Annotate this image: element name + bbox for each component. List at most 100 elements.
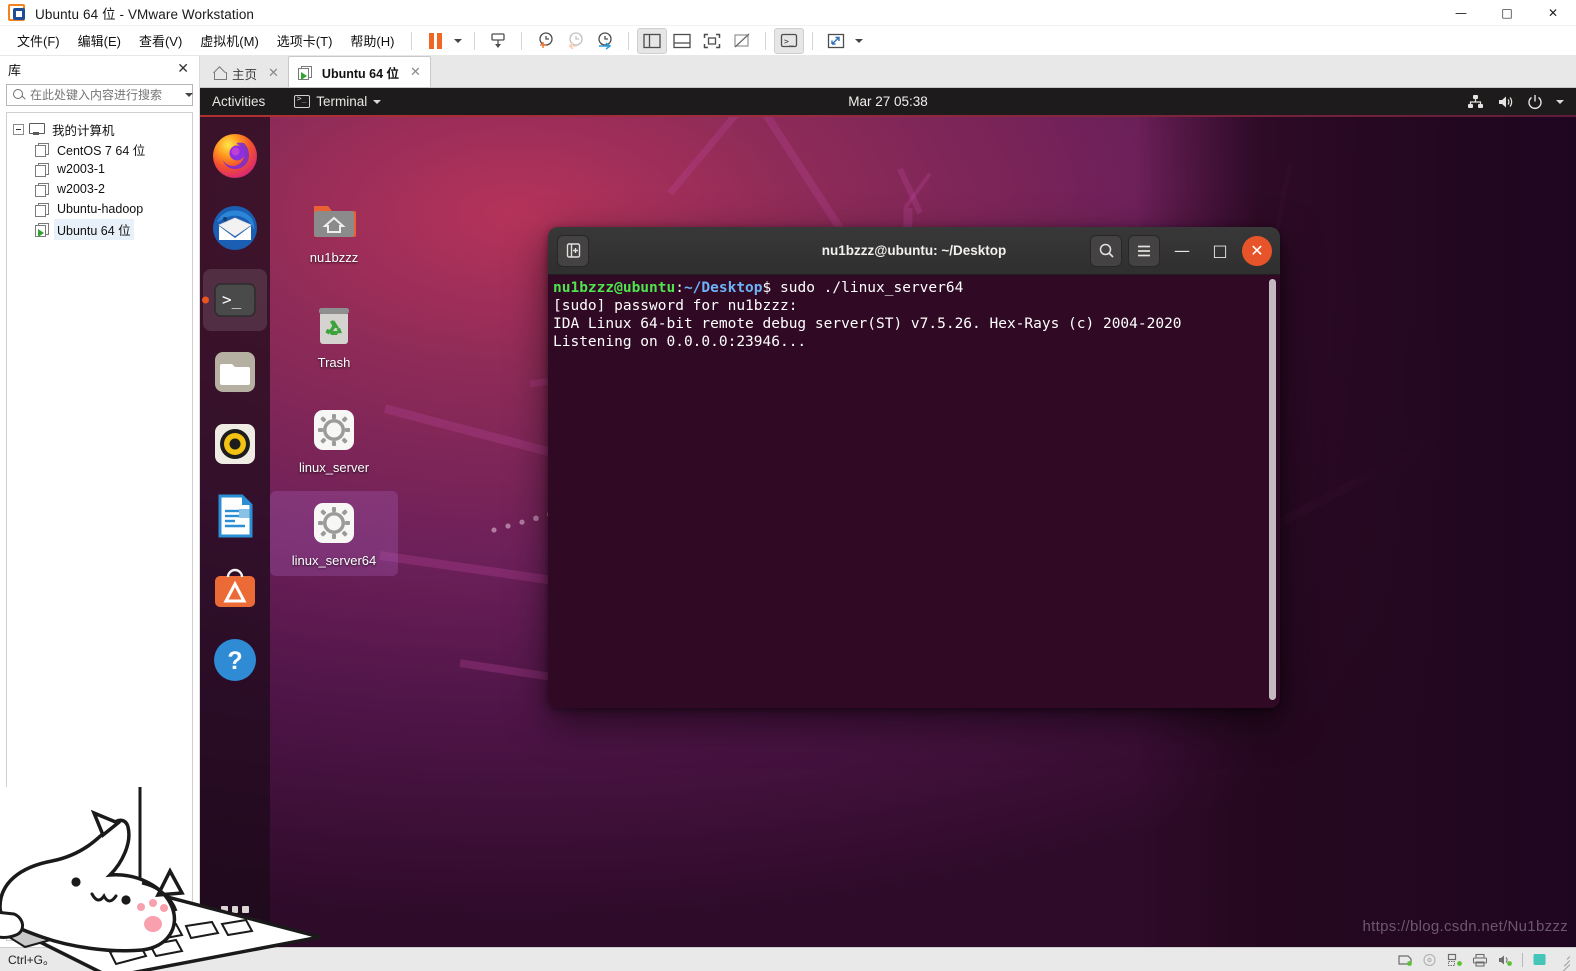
close-icon[interactable]: ✕ bbox=[408, 65, 423, 80]
stretch-button[interactable] bbox=[821, 28, 851, 54]
desktop-icon-nu1bzzz[interactable]: nu1bzzz bbox=[286, 188, 382, 273]
usb-icon[interactable] bbox=[1532, 952, 1547, 967]
vm-icon bbox=[35, 142, 49, 157]
hard-disk-icon[interactable] bbox=[1397, 953, 1413, 967]
network-icon[interactable] bbox=[1447, 953, 1463, 967]
menu-tabs[interactable]: 选项卡(T) bbox=[268, 27, 342, 54]
tab-home[interactable]: 主页 ✕ bbox=[204, 59, 288, 87]
resize-grip-icon[interactable] bbox=[1556, 953, 1571, 971]
dock-item-firefox[interactable] bbox=[203, 125, 267, 187]
close-icon[interactable]: ✕ bbox=[1242, 235, 1272, 266]
collapse-expander-icon[interactable] bbox=[13, 123, 24, 135]
toolbar-separator bbox=[521, 31, 523, 50]
vm-running-icon bbox=[297, 65, 312, 80]
terminal-titlebar[interactable]: nu1bzzz@ubuntu: ~/Desktop — □ ✕ bbox=[548, 227, 1280, 275]
cd-dvd-icon[interactable] bbox=[1422, 953, 1438, 967]
terminal-line: IDA Linux 64-bit remote debug server(ST)… bbox=[553, 316, 1182, 332]
vm-icon bbox=[35, 182, 49, 197]
system-status-area[interactable] bbox=[1467, 94, 1576, 110]
chevron-down-icon[interactable] bbox=[1556, 99, 1564, 104]
sound-icon[interactable] bbox=[1497, 953, 1513, 967]
new-tab-icon[interactable] bbox=[557, 234, 589, 267]
printer-icon[interactable] bbox=[1472, 953, 1488, 967]
close-icon[interactable]: ✕ bbox=[173, 60, 193, 78]
unity-mode-button[interactable] bbox=[727, 28, 757, 54]
console-view-button[interactable]: >_ bbox=[774, 27, 805, 54]
ubuntu-guest-screen[interactable]: Activities Terminal Mar 27 05:38 bbox=[200, 88, 1576, 947]
library-title: 库 bbox=[8, 62, 22, 78]
terminal-window[interactable]: nu1bzzz@ubuntu: ~/Desktop — □ ✕ nu1bzzz@… bbox=[548, 227, 1280, 708]
terminal-body[interactable]: nu1bzzz@ubuntu:~/Desktop$ sudo ./linux_s… bbox=[548, 275, 1280, 708]
activities-button[interactable]: Activities bbox=[200, 94, 276, 109]
sidebar-item-w2003-1[interactable]: w2003-1 bbox=[7, 159, 192, 179]
clock[interactable]: Mar 27 05:38 bbox=[848, 94, 928, 109]
desktop-icon-trash[interactable]: Trash bbox=[286, 293, 382, 378]
app-menu-terminal[interactable]: Terminal bbox=[286, 94, 389, 109]
hamburger-menu-icon[interactable] bbox=[1128, 234, 1160, 267]
bottom-panel-icon bbox=[673, 33, 692, 48]
maximize-icon[interactable]: □ bbox=[1484, 0, 1530, 26]
terminal-prompt-path: ~/Desktop bbox=[683, 280, 763, 296]
dock-item-terminal[interactable]: >_ bbox=[203, 269, 267, 331]
home-icon bbox=[213, 67, 227, 80]
sidebar-item-label: Ubuntu-hadoop bbox=[57, 202, 144, 216]
sidebar-item-ubuntu-64[interactable]: Ubuntu 64 位 bbox=[7, 218, 192, 240]
sidebar-item-w2003-2[interactable]: w2003-2 bbox=[7, 179, 192, 199]
stretch-dropdown[interactable] bbox=[851, 28, 867, 54]
library-search[interactable] bbox=[6, 84, 193, 106]
firefox-icon bbox=[213, 134, 257, 178]
dock-item-thunderbird[interactable] bbox=[203, 197, 267, 259]
files-folder-icon bbox=[215, 352, 255, 392]
send-ctrl-alt-del-button[interactable] bbox=[483, 28, 513, 54]
maximize-icon[interactable]: □ bbox=[1204, 235, 1236, 267]
sidebar-item-label: Ubuntu 64 位 bbox=[54, 218, 134, 240]
tab-strip: 主页 ✕ Ubuntu 64 位 ✕ bbox=[200, 56, 1576, 88]
tab-ubuntu-64[interactable]: Ubuntu 64 位 ✕ bbox=[287, 56, 431, 87]
menu-help[interactable]: 帮助(H) bbox=[341, 27, 403, 54]
search-icon bbox=[12, 88, 26, 102]
dock-item-libreoffice-writer[interactable] bbox=[203, 485, 267, 547]
menu-vm[interactable]: 虚拟机(M) bbox=[191, 27, 268, 54]
desktop-icon-linux-server[interactable]: linux_server bbox=[286, 398, 382, 483]
rhythmbox-icon bbox=[215, 424, 255, 464]
desktop-icon-linux-server64[interactable]: linux_server64 bbox=[270, 491, 398, 576]
suspend-button[interactable] bbox=[420, 28, 450, 54]
minimize-icon[interactable]: — bbox=[1438, 0, 1484, 26]
snapshot-revert-button[interactable] bbox=[560, 28, 590, 54]
desktop-icon-label: linux_server bbox=[298, 460, 370, 475]
desktop-icon-label: Trash bbox=[317, 355, 351, 370]
minimize-icon[interactable]: — bbox=[1166, 235, 1198, 267]
close-icon[interactable]: ✕ bbox=[1530, 0, 1576, 26]
terminal-scrollbar[interactable] bbox=[1269, 279, 1276, 700]
app-menu-label: Terminal bbox=[316, 94, 368, 109]
search-icon[interactable] bbox=[1090, 234, 1122, 267]
network-icon bbox=[1468, 94, 1483, 108]
power-dropdown[interactable] bbox=[450, 28, 466, 54]
topbar-accent-line bbox=[200, 115, 1576, 117]
expand-arrows-icon bbox=[828, 33, 845, 48]
tree-root-my-computer[interactable]: 我的计算机 bbox=[7, 119, 192, 139]
chevron-down-icon[interactable] bbox=[185, 93, 193, 97]
sidebar-item-centos7[interactable]: CentOS 7 64 位 bbox=[7, 139, 192, 159]
show-library-button[interactable] bbox=[637, 27, 668, 54]
close-icon[interactable]: ✕ bbox=[266, 66, 281, 81]
svg-text:>_: >_ bbox=[222, 290, 242, 309]
dock-item-ubuntu-software[interactable] bbox=[203, 557, 267, 619]
snapshot-manager-button[interactable] bbox=[590, 28, 620, 54]
dock-item-help[interactable]: ? bbox=[203, 629, 267, 691]
vmware-workstation-window: Ubuntu 64 位 - VMware Workstation — □ ✕ 文… bbox=[0, 0, 1576, 971]
pause-icon bbox=[428, 32, 442, 49]
fullscreen-button[interactable] bbox=[697, 28, 727, 54]
snapshot-take-button[interactable] bbox=[530, 28, 560, 54]
home-folder-icon bbox=[310, 196, 358, 244]
dock-item-rhythmbox[interactable] bbox=[203, 413, 267, 475]
unity-mode-icon bbox=[734, 33, 750, 47]
vmware-logo-icon bbox=[8, 3, 26, 22]
menu-file[interactable]: 文件(F) bbox=[8, 27, 69, 54]
search-input[interactable] bbox=[30, 88, 185, 102]
menu-view[interactable]: 查看(V) bbox=[130, 27, 191, 54]
sidebar-item-ubuntu-hadoop[interactable]: Ubuntu-hadoop bbox=[7, 199, 192, 219]
menu-edit[interactable]: 编辑(E) bbox=[69, 27, 130, 54]
show-thumbnail-bar-button[interactable] bbox=[667, 28, 697, 54]
dock-item-files[interactable] bbox=[203, 341, 267, 403]
